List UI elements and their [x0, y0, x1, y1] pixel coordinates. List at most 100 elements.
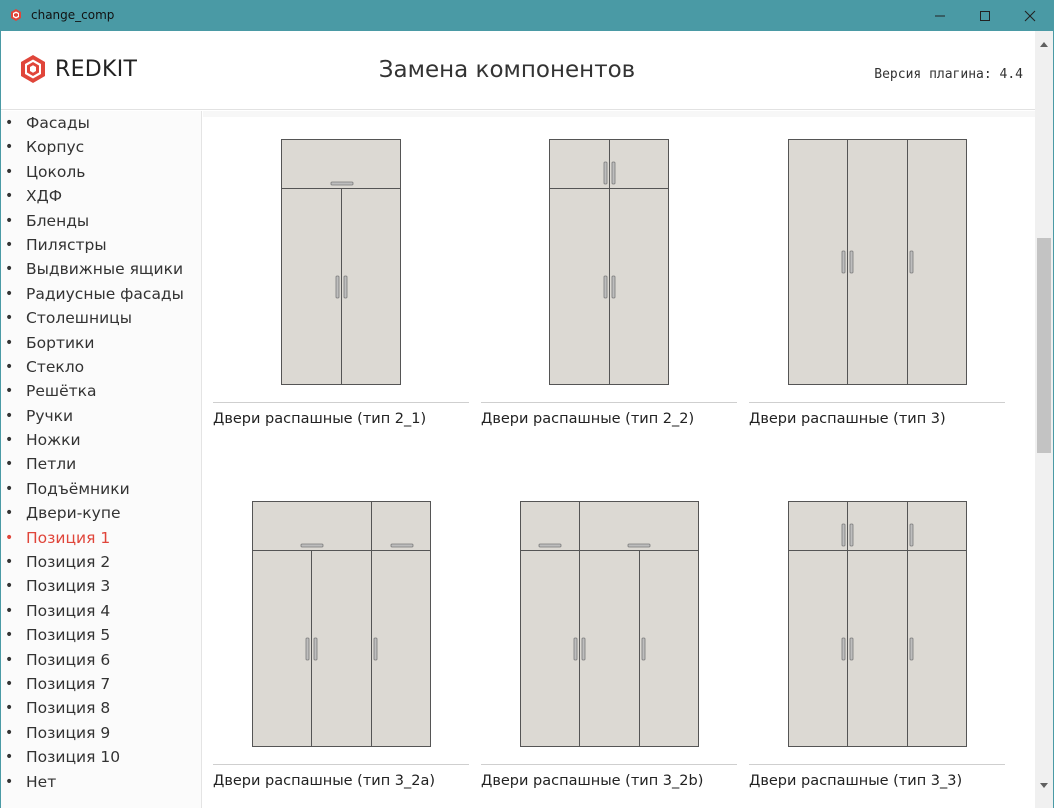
maximize-icon — [980, 10, 990, 21]
minimize-button[interactable] — [917, 0, 963, 31]
grid-top-strip — [203, 111, 1035, 117]
component-caption[interactable]: Двери распашные (тип 3_3) — [749, 773, 1005, 789]
sidebar-item-label: Позиция 8 — [26, 699, 111, 718]
sidebar-item[interactable]: • Позиция 6 — [1, 648, 201, 672]
component-image-box[interactable] — [213, 501, 469, 765]
sidebar-item-label: Позиция 2 — [26, 553, 111, 572]
sidebar-item[interactable]: • ХДФ — [1, 184, 201, 208]
sidebar-item[interactable]: • Стекло — [1, 355, 201, 379]
component-image-box[interactable] — [749, 139, 1005, 403]
bullet-icon: • — [5, 578, 14, 595]
sidebar-item[interactable]: • Петли — [1, 452, 201, 476]
component-caption[interactable]: Двери распашные (тип 2_2) — [481, 411, 737, 427]
sidebar-item-label: Столешницы — [26, 309, 132, 328]
sidebar-item[interactable]: • Выдвижные ящики — [1, 257, 201, 281]
wardrobe-3-3-image — [788, 501, 967, 747]
bullet-icon: • — [5, 749, 14, 766]
bullet-icon: • — [5, 383, 14, 400]
sidebar-item[interactable]: • Позиция 8 — [1, 696, 201, 720]
bullet-icon: • — [5, 700, 14, 717]
sidebar-item[interactable]: • Ручки — [1, 404, 201, 428]
sidebar-item[interactable]: • Позиция 9 — [1, 721, 201, 745]
component-image-box[interactable] — [481, 139, 737, 403]
maximize-button[interactable] — [962, 0, 1008, 31]
page-title: Замена компонентов — [378, 57, 636, 83]
sidebar-item-label: Бортики — [26, 333, 95, 352]
sidebar-item-label: Бленды — [26, 211, 90, 230]
sidebar-item[interactable]: • Позиция 7 — [1, 672, 201, 696]
sidebar-item[interactable]: • Подъёмники — [1, 477, 201, 501]
sidebar-item[interactable]: • Позиция 1 — [1, 526, 201, 550]
bullet-icon: • — [5, 188, 14, 205]
sidebar-item-label: Позиция 7 — [26, 674, 111, 693]
sidebar-item-label: Решётка — [26, 382, 97, 401]
component-card-3-2a[interactable]: Двери распашные (тип 3_2a) — [213, 501, 469, 789]
component-card-2-2[interactable]: Двери распашные (тип 2_2) — [481, 139, 737, 427]
bullet-icon: • — [5, 554, 14, 571]
sidebar-item[interactable]: • Пилястры — [1, 233, 201, 257]
sidebar-item[interactable]: • Позиция 10 — [1, 745, 201, 769]
component-card-3-3[interactable]: Двери распашные (тип 3_3) — [749, 501, 1005, 789]
sidebar-item-label: Нет — [26, 772, 57, 791]
sidebar-item-label: Ножки — [26, 431, 81, 450]
sidebar-item[interactable]: • Корпус — [1, 135, 201, 159]
sidebar-item-label: Стекло — [26, 357, 85, 376]
sidebar-item[interactable]: • Радиусные фасады — [1, 282, 201, 306]
bullet-icon: • — [5, 773, 14, 790]
sidebar-item-label: Фасады — [26, 114, 90, 132]
sidebar-item-label: Позиция 9 — [26, 723, 111, 742]
sidebar-item-label: Позиция 3 — [26, 577, 111, 596]
bullet-icon: • — [5, 334, 14, 351]
minimize-icon — [935, 15, 945, 16]
scrollbar-thumb[interactable] — [1037, 238, 1051, 453]
sidebar-item[interactable]: • Бленды — [1, 209, 201, 233]
component-image-box[interactable] — [213, 139, 469, 403]
component-grid: Двери распашные (тип 2_1) Двери распашны… — [203, 111, 1035, 808]
bullet-icon: • — [5, 115, 14, 131]
close-button[interactable] — [1007, 0, 1053, 31]
sidebar-item-label: Радиусные фасады — [26, 284, 184, 303]
bullet-icon: • — [5, 261, 14, 278]
bullet-icon: • — [5, 529, 14, 546]
sidebar-item[interactable]: • Позиция 4 — [1, 599, 201, 623]
sidebar-item[interactable]: • Цоколь — [1, 160, 201, 184]
sidebar-item[interactable]: • Позиция 5 — [1, 623, 201, 647]
bullet-icon: • — [5, 456, 14, 473]
component-caption[interactable]: Двери распашные (тип 3) — [749, 411, 1005, 427]
bullet-icon: • — [5, 602, 14, 619]
bullet-icon: • — [5, 358, 14, 375]
sidebar-item[interactable]: • Двери-купе — [1, 501, 201, 525]
sidebar-item-label: Позиция 5 — [26, 626, 111, 645]
sidebar-item[interactable]: • Позиция 3 — [1, 574, 201, 598]
component-card-3-2b[interactable]: Двери распашные (тип 3_2b) — [481, 501, 737, 789]
component-card-3[interactable]: Двери распашные (тип 3) — [749, 139, 1005, 427]
sidebar-item[interactable]: • Нет — [1, 770, 201, 794]
bullet-icon: • — [5, 139, 14, 156]
sidebar-item[interactable]: • Фасады — [1, 111, 201, 135]
window-title: change_comp — [31, 8, 115, 22]
bullet-icon: • — [5, 212, 14, 229]
plugin-version: Версия плагина: 4.4 — [874, 67, 1023, 82]
component-image-box[interactable] — [481, 501, 737, 765]
sidebar-item-label: Позиция 10 — [26, 748, 121, 767]
category-list: • Фасады • Корпус • Цоколь • ХДФ • Бленды • Пилястр… — [1, 111, 201, 794]
sidebar-item[interactable]: • Бортики — [1, 331, 201, 355]
sidebar-item[interactable]: • Позиция 2 — [1, 550, 201, 574]
sidebar-item[interactable]: • Ножки — [1, 428, 201, 452]
vertical-scrollbar[interactable] — [1035, 31, 1053, 808]
component-caption[interactable]: Двери распашные (тип 3_2b) — [481, 773, 737, 789]
scroll-up-arrow-icon[interactable] — [1040, 41, 1048, 47]
window-titlebar: change_comp — [0, 0, 1054, 31]
component-card-2-1[interactable]: Двери распашные (тип 2_1) — [213, 139, 469, 427]
sidebar-item-label: Корпус — [26, 138, 85, 157]
component-image-box[interactable] — [749, 501, 1005, 765]
bullet-icon: • — [5, 236, 14, 253]
component-caption[interactable]: Двери распашные (тип 3_2a) — [213, 773, 469, 789]
wardrobe-3-2b-image — [520, 501, 699, 747]
sidebar-item[interactable]: • Столешницы — [1, 306, 201, 330]
scroll-down-arrow-icon[interactable] — [1040, 783, 1048, 789]
component-caption[interactable]: Двери распашные (тип 2_1) — [213, 411, 469, 427]
sidebar-item[interactable]: • Решётка — [1, 379, 201, 403]
bullet-icon: • — [5, 724, 14, 741]
close-icon — [1024, 10, 1036, 21]
